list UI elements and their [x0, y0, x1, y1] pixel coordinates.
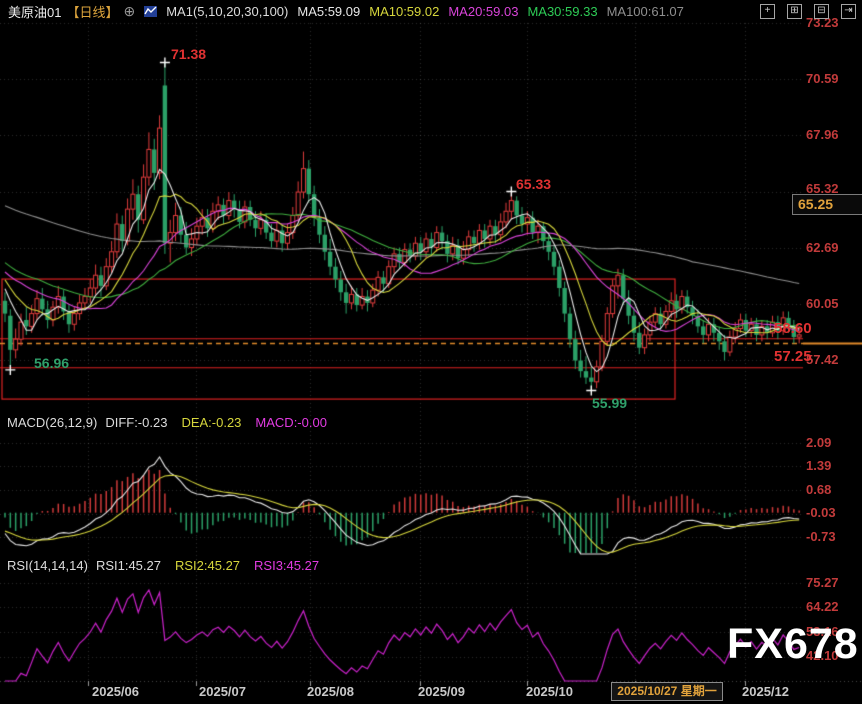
rsi3-value: RSI3:45.27 [254, 558, 319, 573]
pane-layout-icon[interactable]: ⊞ [787, 4, 802, 19]
ma30-value: MA30:59.33 [527, 4, 597, 19]
selected-date-badge: 2025/10/27 星期一 [611, 682, 723, 701]
top-bar: 美原油01 【日线】 ⊕ MA1(5,10,20,30,100) MA5:59.… [0, 0, 862, 22]
high-price-annotation: 71.38 [171, 47, 206, 61]
rsi-axis-label: 64.22 [806, 600, 839, 614]
date-axis-label: 2025/07 [199, 685, 246, 699]
macd-axis-label: 1.39 [806, 459, 831, 473]
period-label: 【日线】 [66, 2, 118, 21]
rsi-axis-label: 75.27 [806, 576, 839, 590]
indicator-settings-icon[interactable]: ⊕ [123, 3, 135, 20]
macd-axis-label: 2.09 [806, 436, 831, 450]
fx678-watermark: FX678 [727, 637, 859, 651]
crosshair-move-icon[interactable]: + [760, 4, 775, 19]
ma100-value: MA100:61.07 [607, 4, 684, 19]
price-axis-label: 67.96 [806, 128, 839, 142]
symbol-title: 美原油01 [8, 2, 61, 21]
date-axis-label: 2025/10 [526, 685, 573, 699]
ma-group-label: MA1(5,10,20,30,100) [166, 4, 288, 19]
low-price-annotation: 56.96 [34, 356, 69, 370]
date-axis-label: 2025/08 [307, 685, 354, 699]
price-axis-label: 62.69 [806, 241, 839, 255]
exit-pane-icon[interactable]: ⇥ [841, 4, 856, 19]
ma20-value: MA20:59.03 [448, 4, 518, 19]
macd-legend-row: MACD(26,12,9) DIFF:-0.23 DEA:-0.23 MACD:… [7, 415, 327, 430]
pane-cycle-icon[interactable]: ⊟ [814, 4, 829, 19]
macd-title: MACD(26,12,9) [7, 415, 97, 430]
macd-value: MACD:-0.00 [255, 415, 327, 430]
chart-canvas[interactable] [0, 0, 862, 704]
high-price-annotation: 65.33 [516, 177, 551, 191]
drawn-level-label[interactable]: 58.60 [774, 322, 812, 336]
price-axis-label: 60.05 [806, 297, 839, 311]
rsi-title: RSI(14,14,14) [7, 558, 88, 573]
chart-type-icon[interactable] [144, 5, 157, 18]
macd-axis-label: 0.68 [806, 483, 831, 497]
macd-axis-label: -0.03 [806, 506, 836, 520]
rsi1-value: RSI1:45.27 [96, 558, 161, 573]
date-axis-label: 2025/06 [92, 685, 139, 699]
axis-hover-price-badge: 65.25 [792, 194, 862, 215]
macd-axis-label: -0.73 [806, 530, 836, 544]
price-axis-label: 70.59 [806, 72, 839, 86]
rsi-legend-row: RSI(14,14,14) RSI1:45.27 RSI2:45.27 RSI3… [7, 558, 319, 573]
macd-dea-value: DEA:-0.23 [181, 415, 241, 430]
macd-diff-value: DIFF:-0.23 [105, 415, 167, 430]
drawn-level-label[interactable]: 57.25 [774, 350, 812, 364]
chart-window: 美原油01 【日线】 ⊕ MA1(5,10,20,30,100) MA5:59.… [0, 0, 862, 704]
low-price-annotation: 55.99 [592, 396, 627, 410]
ma10-value: MA10:59.02 [369, 4, 439, 19]
date-axis-label: 2025/12 [742, 685, 789, 699]
ma5-value: MA5:59.09 [297, 4, 360, 19]
rsi2-value: RSI2:45.27 [175, 558, 240, 573]
date-axis-label: 2025/09 [418, 685, 465, 699]
